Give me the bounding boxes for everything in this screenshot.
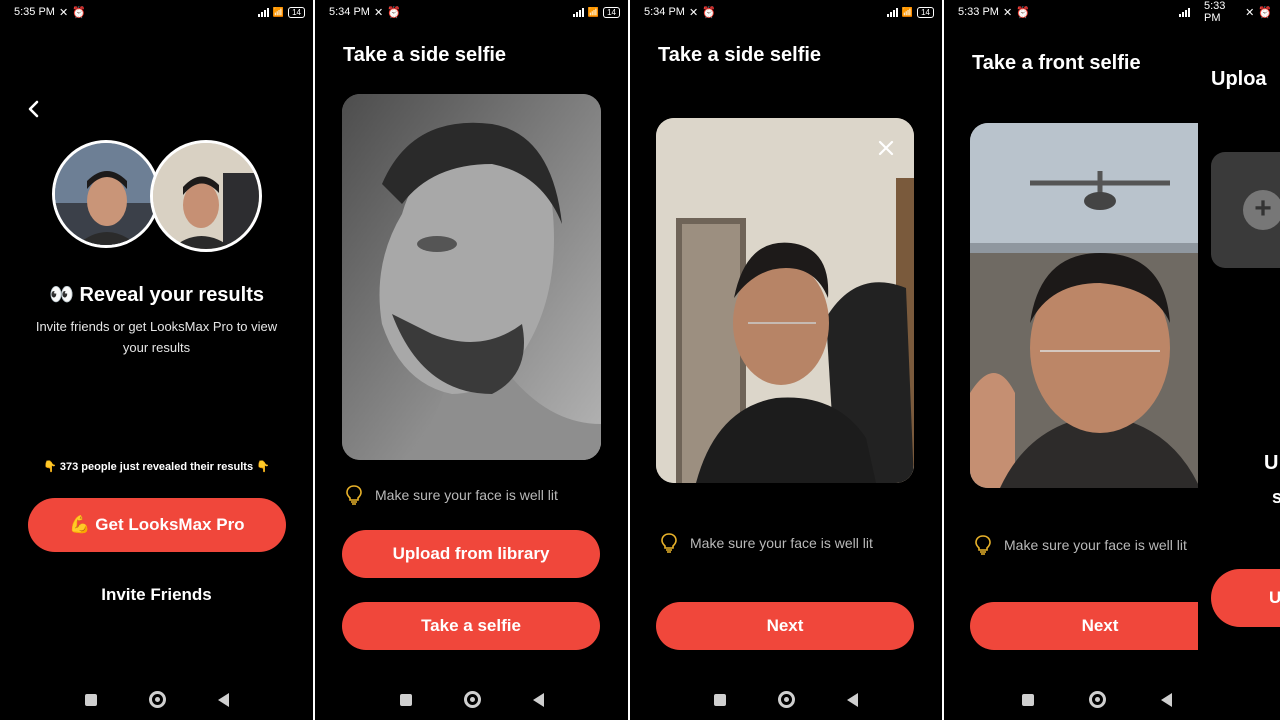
home-icon[interactable] <box>148 691 166 708</box>
mute-icon: ✕ <box>1002 6 1013 19</box>
take-selfie-button[interactable]: Take a selfie <box>342 602 600 650</box>
system-nav-bar <box>630 691 942 708</box>
bulb-icon <box>661 533 677 553</box>
status-bar: 5:35 PM ✕ ⏰ 📶 14 <box>14 4 305 20</box>
signal-icon <box>572 7 584 17</box>
status-time: 5:34 PM <box>644 6 685 18</box>
lighting-tip: Make sure your face is well lit <box>974 534 1187 556</box>
status-time: 5:33 PM <box>1204 0 1226 24</box>
tip-text: Make sure your face is well lit <box>690 535 873 551</box>
mute-icon: ✕ <box>373 6 384 19</box>
bulb-icon <box>346 485 362 505</box>
home-icon[interactable] <box>1089 691 1106 708</box>
battery-indicator: 14 <box>917 6 934 18</box>
system-nav-bar <box>944 691 1198 708</box>
signal-icon <box>1179 7 1190 17</box>
system-nav-bar <box>315 691 628 708</box>
alarm-icon: ⏰ <box>1016 6 1030 19</box>
next-button[interactable]: Next <box>970 602 1198 650</box>
recents-icon[interactable] <box>1022 693 1034 706</box>
captured-front-photo <box>970 123 1198 488</box>
back-icon[interactable] <box>532 692 544 707</box>
back-arrow-icon[interactable] <box>26 100 42 118</box>
mute-icon: ✕ <box>688 6 699 19</box>
upload-button[interactable]: U <box>1211 569 1280 627</box>
status-bar: 5:34 PM ✕ ⏰ 📶 14 <box>644 4 934 20</box>
upload-tile[interactable]: + <box>1211 152 1280 268</box>
status-bar: 5:33 PM ✕ ⏰ <box>1204 0 1272 24</box>
people-note: 👇 373 people just revealed their results… <box>43 461 270 473</box>
invite-friends-button[interactable]: Invite Friends <box>0 585 313 605</box>
screen-title: Take a side selfie <box>658 44 822 66</box>
recents-icon[interactable] <box>84 693 97 706</box>
captured-side-photo <box>656 118 914 483</box>
recents-icon[interactable] <box>714 693 726 706</box>
recents-icon[interactable] <box>399 693 412 706</box>
wifi-icon: 📶 <box>272 6 285 17</box>
screen-title: Take a front selfie <box>972 52 1141 74</box>
status-bar: 5:34 PM ✕ ⏰ 📶 14 <box>329 4 620 20</box>
front-selfie-preview-screen: 5:33 PM ✕ ⏰ Take a front selfie Make sure … <box>944 0 1198 720</box>
status-bar: 5:33 PM ✕ ⏰ <box>958 4 1190 20</box>
avatar-front <box>52 140 160 248</box>
text-fragment-2: s <box>1272 487 1280 507</box>
mute-icon: ✕ <box>1245 6 1255 19</box>
battery-indicator: 14 <box>603 6 620 18</box>
reveal-results-screen: 5:35 PM ✕ ⏰ 📶 14 👀 Reveal your results Invi… <box>0 0 313 720</box>
alarm-icon: ⏰ <box>72 6 86 19</box>
side-selfie-example-screen: 5:34 PM ✕ ⏰ 📶 14 Take a side selfie Make su… <box>315 0 628 720</box>
side-selfie-preview-screen: 5:34 PM ✕ ⏰ 📶 14 Take a side selfie Make su… <box>630 0 942 720</box>
alarm-icon: ⏰ <box>387 6 401 19</box>
status-time: 5:35 PM <box>14 6 55 18</box>
status-time: 5:33 PM <box>958 6 999 18</box>
signal-icon <box>886 7 898 17</box>
alarm-icon: ⏰ <box>1258 6 1272 19</box>
screen-title: Take a side selfie <box>343 44 507 66</box>
next-button[interactable]: Next <box>656 602 914 650</box>
wifi-icon: 📶 <box>901 6 914 17</box>
back-icon[interactable] <box>1161 692 1172 707</box>
avatar-side <box>150 140 262 252</box>
signal-icon <box>257 7 269 17</box>
text-fragment-1: U <box>1264 452 1279 474</box>
wifi-icon: 📶 <box>587 6 600 17</box>
lighting-tip: Make sure your face is well lit <box>345 484 558 506</box>
example-side-photo <box>342 94 601 460</box>
back-icon[interactable] <box>847 692 858 707</box>
lighting-tip: Make sure your face is well lit <box>660 532 873 554</box>
tip-text: Make sure your face is well lit <box>375 487 558 503</box>
reveal-title: 👀 Reveal your results <box>49 284 264 306</box>
button-label: U <box>1269 588 1280 607</box>
get-pro-button[interactable]: 💪 Get LooksMax Pro <box>28 498 286 552</box>
bulb-icon <box>975 535 991 555</box>
reveal-subtitle: Invite friends or get LooksMax Pro to vi… <box>35 319 278 355</box>
screen-title: Uploa <box>1211 68 1267 90</box>
battery-indicator: 14 <box>288 6 305 18</box>
home-icon[interactable] <box>778 691 795 708</box>
close-icon[interactable] <box>878 140 894 156</box>
home-icon[interactable] <box>463 691 481 708</box>
upload-screen-partial: 5:33 PM ✕ ⏰ Uploa + U s U <box>1198 0 1280 720</box>
mute-icon: ✕ <box>58 6 69 19</box>
tip-text: Make sure your face is well lit <box>1004 537 1187 553</box>
upload-from-library-button[interactable]: Upload from library <box>342 530 600 578</box>
back-icon[interactable] <box>217 692 229 707</box>
plus-icon: + <box>1243 190 1280 230</box>
alarm-icon: ⏰ <box>702 6 716 19</box>
system-nav-bar <box>0 691 313 708</box>
status-time: 5:34 PM <box>329 6 370 18</box>
